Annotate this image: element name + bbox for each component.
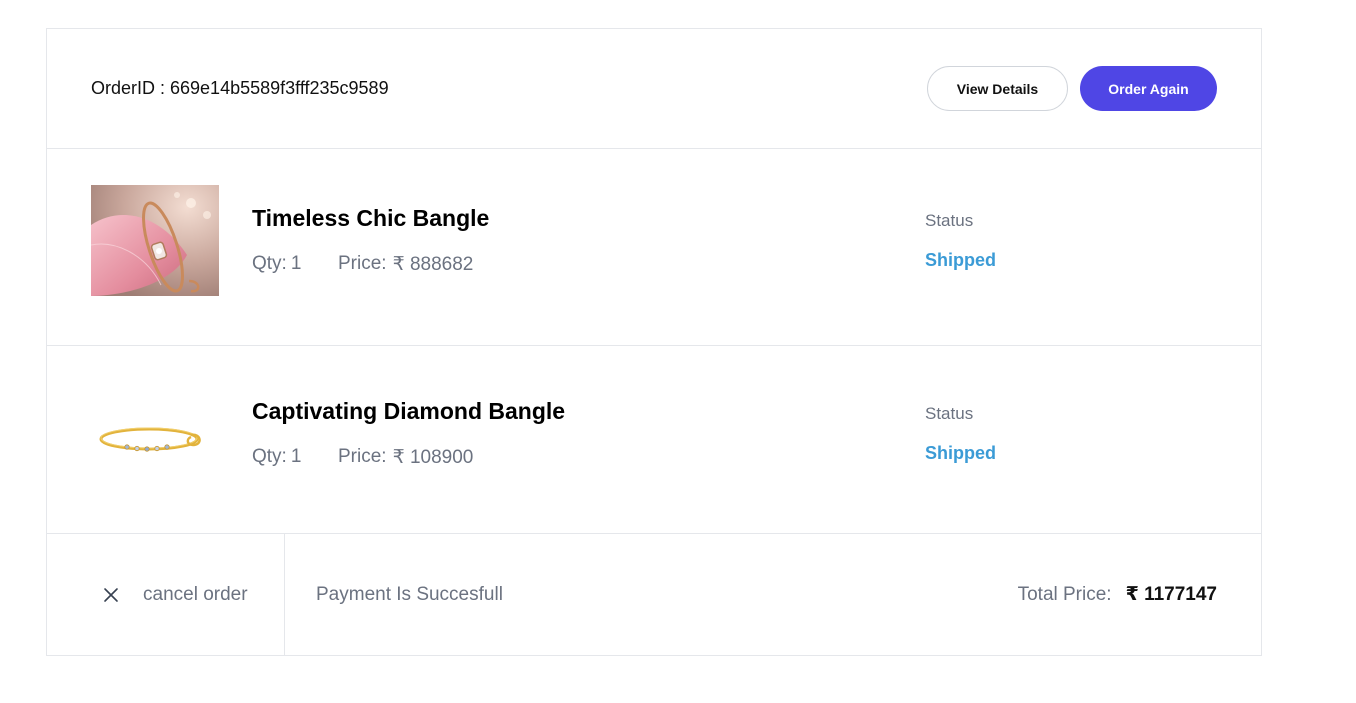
order-item: Timeless Chic Bangle Qty: 1 Price: ₹ 888… — [47, 149, 1261, 346]
order-again-button[interactable]: Order Again — [1080, 66, 1217, 111]
product-quantity: Qty: 1 — [252, 253, 338, 276]
price-label: Price: — [338, 253, 387, 274]
product-meta: Qty: 1 Price: ₹ 108900 — [252, 446, 473, 469]
price-label: Price: — [338, 446, 387, 467]
price-value: ₹ 108900 — [392, 447, 474, 468]
close-icon — [104, 587, 118, 602]
cancel-order-label: cancel order — [143, 583, 248, 605]
payment-status: Payment Is Succesfull — [316, 583, 503, 605]
total-price-label: Total Price: — [1017, 583, 1112, 605]
header-actions: View Details Order Again — [927, 66, 1217, 111]
product-name[interactable]: Timeless Chic Bangle — [252, 205, 489, 232]
quantity-label: Qty: — [252, 446, 287, 467]
price-value: ₹ 888682 — [392, 254, 474, 275]
order-id: OrderID : 669e14b5589f3fff235c9589 — [91, 78, 389, 99]
product-meta: Qty: 1 Price: ₹ 888682 — [252, 253, 473, 276]
total-price-value: ₹ 1177147 — [1125, 584, 1217, 605]
order-header: OrderID : 669e14b5589f3fff235c9589 View … — [47, 29, 1261, 149]
product-image[interactable] — [91, 185, 219, 296]
product-name[interactable]: Captivating Diamond Bangle — [252, 398, 565, 425]
view-details-button[interactable]: View Details — [927, 66, 1068, 111]
product-price: Price: ₹ 108900 — [338, 446, 473, 469]
product-image[interactable] — [91, 385, 219, 496]
rose-gold-bangle-image — [91, 185, 219, 296]
order-footer: cancel order Payment Is Succesfull Total… — [47, 534, 1261, 655]
quantity-label: Qty: — [252, 253, 287, 274]
order-card: OrderID : 669e14b5589f3fff235c9589 View … — [46, 28, 1262, 656]
product-quantity: Qty: 1 — [252, 446, 338, 469]
order-id-value: 669e14b5589f3fff235c9589 — [170, 78, 389, 98]
cancel-order-button[interactable]: cancel order — [47, 534, 285, 655]
quantity-value: 1 — [290, 446, 302, 467]
quantity-value: 1 — [290, 253, 302, 274]
status-label: Status — [925, 211, 974, 230]
gold-bangle-image — [91, 385, 219, 496]
status-badge: Shipped — [925, 250, 996, 270]
product-price: Price: ₹ 888682 — [338, 253, 473, 276]
status-label: Status — [925, 404, 974, 423]
total-price: Total Price: ₹ 1177147 — [1018, 583, 1261, 606]
order-item: Captivating Diamond Bangle Qty: 1 Price:… — [47, 346, 1261, 534]
order-id-label: OrderID : — [91, 78, 166, 98]
status-badge: Shipped — [925, 443, 996, 463]
